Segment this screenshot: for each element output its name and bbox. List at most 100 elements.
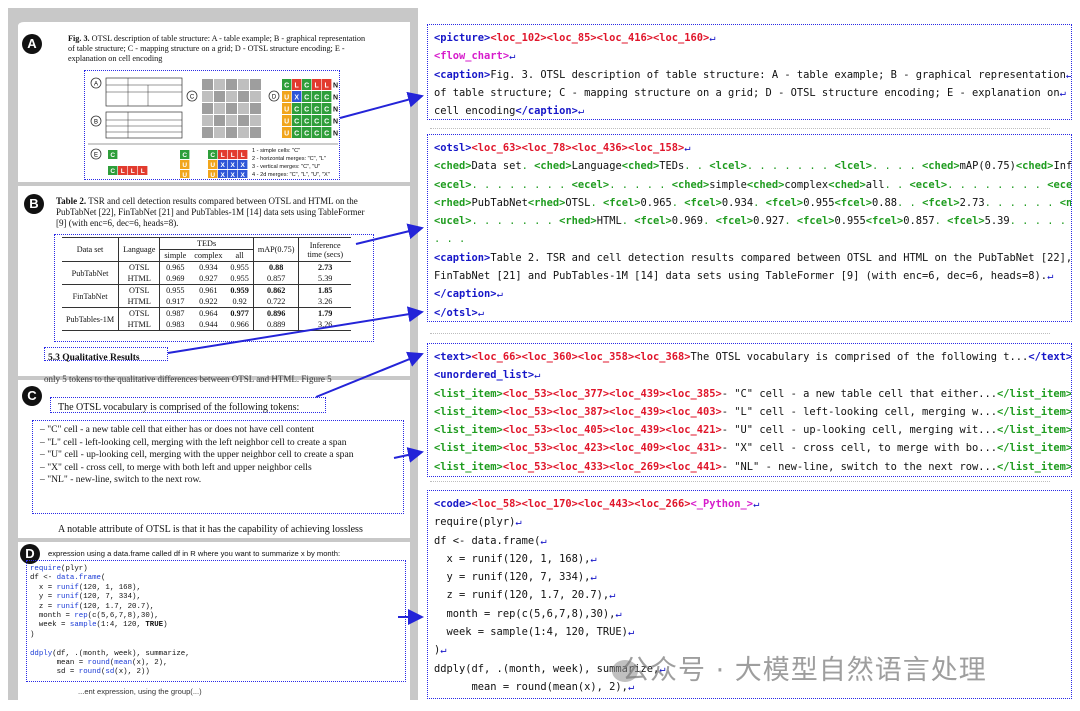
code-trailing-text: ...ent expression, using the group(...) xyxy=(78,687,202,696)
otsl-token-label: C xyxy=(314,95,319,102)
code-intro-text: expression using a data.frame called df … xyxy=(48,549,341,558)
doctag: <otsl> xyxy=(434,142,472,154)
cell-simple: 0.965 xyxy=(166,263,185,272)
cell-language: OTSL xyxy=(118,307,161,319)
doctag: </list_item> xyxy=(997,387,1072,400)
doctag: <ucel> xyxy=(434,215,472,228)
doctag: <lcel> xyxy=(834,160,872,173)
doctag: <fcel> xyxy=(765,196,804,209)
cell-map: 0.889 xyxy=(253,319,300,331)
return-glyph: ↵ xyxy=(590,552,597,565)
doctag: </list_item> xyxy=(997,442,1072,455)
doctag: <loc_53><loc_387><loc_439><loc_403> xyxy=(502,405,722,418)
example-token-label: L xyxy=(131,168,135,175)
example-token-label: X xyxy=(221,172,226,178)
otsl-token-label: NL xyxy=(333,119,338,126)
example-token-label: C xyxy=(110,152,115,159)
grid-cell xyxy=(226,91,237,102)
example-token-label: U xyxy=(182,162,187,169)
grid-cell xyxy=(238,103,249,114)
doctag: <picture> xyxy=(434,32,491,44)
example-token-label: C xyxy=(210,152,215,159)
grid-cell xyxy=(202,79,213,90)
doctag: <list_item> xyxy=(434,442,503,455)
otsl-token-label: C xyxy=(304,119,309,126)
grid-cell xyxy=(214,115,225,126)
example-token-label: U xyxy=(182,172,187,178)
doctag: <ched> xyxy=(534,160,572,173)
return-glyph: ↵ xyxy=(515,516,522,529)
grid-cell xyxy=(226,115,237,126)
cell-complex: 0.922 xyxy=(190,296,227,308)
doctag: <rhed> xyxy=(527,196,566,209)
cell-dataset: PubTables-1M xyxy=(62,307,120,331)
cell-all: 0.977 xyxy=(226,307,254,319)
otsl-token-label: U xyxy=(284,107,289,114)
return-glyph: ↵ xyxy=(540,534,547,547)
grid-cell xyxy=(238,115,249,126)
table-caption-label: Table 2. xyxy=(56,196,87,206)
grid-cell xyxy=(214,103,225,114)
doctag: <loc_53><loc_423><loc_409><loc_431> xyxy=(502,442,722,455)
vocab-list-item: – "U" cell - up-looking cell, merging wi… xyxy=(40,449,354,461)
cell-simple: 0.987 xyxy=(166,309,185,318)
figure-caption-text: OTSL description of table structure: A -… xyxy=(68,34,366,63)
cell-all: 0.92 xyxy=(226,296,254,308)
example-token-label: X xyxy=(241,162,246,169)
doctag: <loc_66><loc_360><loc_358><loc_368> xyxy=(471,351,691,363)
example-token-label: L xyxy=(141,168,145,175)
cell-map: 0.722 xyxy=(253,296,300,308)
return-glyph: ↵ xyxy=(1047,270,1054,283)
example-token-label: L xyxy=(121,168,125,175)
example-token-label: L xyxy=(231,152,235,159)
doctag: <loc_102><loc_85><loc_416><loc_160> xyxy=(490,32,710,44)
otsl-token-label: C xyxy=(304,95,309,102)
watermark-text: 公众号 · 大模型自然语言处理 xyxy=(622,655,987,686)
section-header-qualitative: 5.3 Qualitative Results xyxy=(48,353,140,363)
doctag: <rhed> xyxy=(434,196,472,209)
grid-cell xyxy=(202,103,213,114)
grid-cell xyxy=(250,91,261,102)
doctag: <loc_53><loc_433><loc_269><loc_441> xyxy=(502,460,722,473)
panel-label-e: E xyxy=(94,153,98,159)
table-caption-text: TSR and cell detection results compared … xyxy=(56,196,365,228)
doctag: <loc_53><loc_377><loc_439><loc_385> xyxy=(502,387,722,400)
otsl-token-label: C xyxy=(324,107,329,114)
cell-simple: 0.917 xyxy=(159,296,191,308)
doctag: <fcel> xyxy=(834,196,873,209)
cell-all: 0.955 xyxy=(226,261,254,273)
grid-cell xyxy=(214,79,225,90)
cell-simple: 0.969 xyxy=(159,273,191,285)
grid-cell xyxy=(202,91,213,102)
th-all: all xyxy=(226,249,254,262)
table-row: PubTables-1M OTSL 0.987 0.964 0.977 0.896 1.79 xyxy=(62,307,351,331)
grid-cell xyxy=(238,79,249,90)
otsl-token-label: C xyxy=(304,107,309,114)
doctag: <ecel> xyxy=(1047,178,1072,191)
otsl-token-label: C xyxy=(314,119,319,126)
doctag: <ched> xyxy=(1015,160,1054,173)
return-glyph: ↵ xyxy=(440,644,447,657)
cell-complex: 0.961 xyxy=(199,286,218,295)
doctags-otsl-block: <otsl><loc_63><loc_78><loc_436><loc_158>… xyxy=(427,134,1072,322)
doctags-text-list-block: <text><loc_66><loc_360><loc_358><loc_368… xyxy=(427,343,1072,477)
grid-cell xyxy=(214,127,225,138)
th-language: Language xyxy=(118,237,161,262)
otsl-token-label: L xyxy=(295,83,300,90)
grid-cell xyxy=(226,127,237,138)
cell-complex: 0.964 xyxy=(199,309,218,318)
vocab-token-list: – "C" cell - a new table cell that eithe… xyxy=(40,424,400,487)
grid-cell xyxy=(238,127,249,138)
doctag: <fcel> xyxy=(865,215,904,228)
marker-a: A xyxy=(22,34,42,54)
cell-language: OTSL xyxy=(118,261,161,273)
doctag: <ched> xyxy=(621,160,660,173)
doctag: <caption> xyxy=(434,251,491,264)
otsl-token-label: U xyxy=(284,119,289,126)
cell-map: 0.896 xyxy=(253,307,300,319)
cell-time: 5.39 xyxy=(298,273,351,285)
code-section: D expression using a data.frame called d… xyxy=(18,542,410,700)
doctag: <fcel> xyxy=(715,215,754,228)
return-glyph: ↵ xyxy=(1065,68,1072,81)
vocab-list-item: – "L" cell - left-looking cell, merging … xyxy=(40,436,347,448)
